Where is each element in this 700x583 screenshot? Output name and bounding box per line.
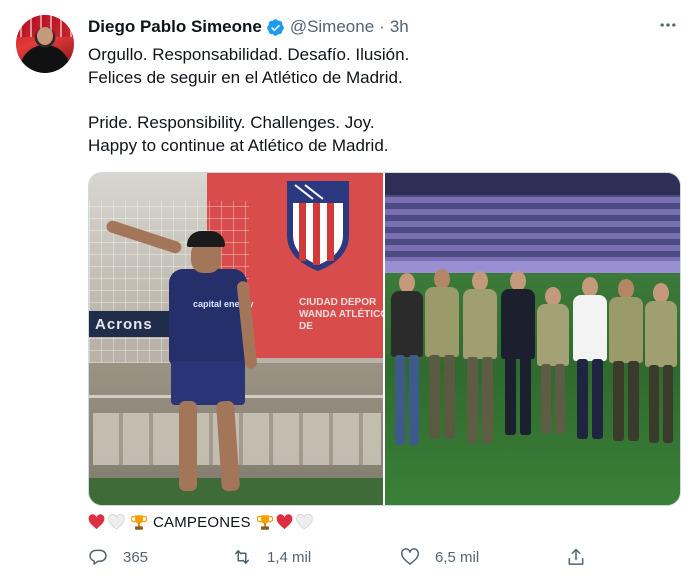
red-heart-icon bbox=[88, 514, 105, 530]
ad-board-text: Acrons bbox=[95, 316, 153, 333]
white-heart-icon bbox=[108, 514, 125, 530]
verified-badge-icon bbox=[266, 18, 284, 36]
share-button[interactable] bbox=[566, 543, 586, 571]
tweet-text-line: Felices de seguir en el Atlético de Madr… bbox=[88, 68, 403, 87]
trophy-icon bbox=[131, 514, 147, 530]
retweet-button[interactable]: 1,4 mil bbox=[232, 543, 311, 571]
coach-figure bbox=[169, 269, 247, 365]
tweet-text: Orgullo. Responsabilidad. Desafío. Ilusi… bbox=[88, 43, 678, 157]
tweet-text-line: Pride. Responsibility. Challenges. Joy. bbox=[88, 113, 375, 132]
retweet-icon bbox=[235, 550, 249, 564]
reply-icon bbox=[89, 549, 107, 565]
reply-button[interactable]: 365 bbox=[88, 543, 148, 571]
author-avatar[interactable] bbox=[16, 15, 74, 73]
reply-count: 365 bbox=[123, 548, 149, 566]
club-crest-icon bbox=[287, 181, 349, 271]
photo-training[interactable]: CIUDAD DEPOR WANDA ATLÉTICO DE Acrons ca… bbox=[89, 173, 383, 505]
author-name[interactable]: Diego Pablo Simeone bbox=[88, 17, 262, 37]
tweet-media: CIUDAD DEPOR WANDA ATLÉTICO DE Acrons ca… bbox=[88, 172, 681, 506]
avatar-face bbox=[37, 27, 53, 45]
photo-team-staff[interactable] bbox=[385, 173, 680, 505]
trophy-icon bbox=[256, 514, 273, 530]
heart-outline-icon bbox=[401, 548, 419, 565]
champions-text: CAMPEONES bbox=[153, 513, 251, 531]
share-icon bbox=[568, 548, 584, 565]
red-heart-icon bbox=[276, 514, 293, 530]
tweet-text-line: Happy to continue at Atlético de Madrid. bbox=[88, 136, 389, 155]
emoji-line: CAMPEONES bbox=[88, 512, 316, 532]
tweet-actions: 365 1,4 mil 6,5 mil bbox=[86, 543, 596, 571]
like-count: 6,5 mil bbox=[435, 548, 480, 566]
tweet-time[interactable]: 3h bbox=[390, 17, 409, 37]
white-heart-icon bbox=[295, 514, 313, 530]
tweet-text-line: Orgullo. Responsabilidad. Desafío. Ilusi… bbox=[88, 45, 410, 64]
more-horizontal-icon[interactable] bbox=[656, 13, 680, 37]
like-button[interactable]: 6,5 mil bbox=[400, 543, 479, 571]
author-handle[interactable]: @Simeone bbox=[290, 17, 374, 37]
tweet-header: Diego Pablo Simeone @Simeone · 3h bbox=[88, 15, 409, 39]
banner-text: CIUDAD DEPOR WANDA ATLÉTICO DE bbox=[299, 297, 383, 332]
header-separator: · bbox=[379, 17, 385, 36]
retweet-count: 1,4 mil bbox=[267, 548, 312, 566]
